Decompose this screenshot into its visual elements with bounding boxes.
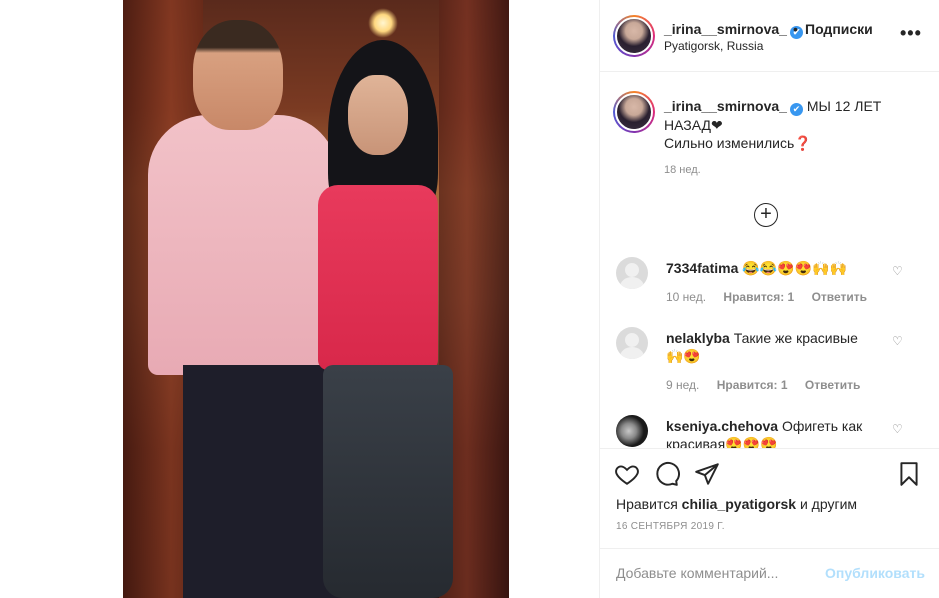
caption-line-2: Сильно изменились❓ [664,135,812,151]
commenter-username[interactable]: nelaklyba [666,330,730,346]
likes-summary: Нравится chilia_pyatigorsk и другим [616,496,857,512]
comment-text: nelaklyba Такие же красивые 🙌😍 [666,329,876,365]
caption-text: _irina__smirnova_ ✔ МЫ 12 ЛЕТ НАЗАД❤ Силь… [664,97,914,152]
add-comment-bar: Опубликовать [600,548,939,598]
comment-meta: 10 нед. Нравится: 1 Ответить [666,290,881,304]
commenter-username[interactable]: 7334fatima [666,260,738,276]
following-button[interactable]: Подписки [805,21,873,37]
post-location[interactable]: Pyatigorsk, Russia [664,39,763,53]
photo-ceiling-light [368,8,398,38]
photo-woman-skirt [323,365,453,598]
photo-man-pants [183,365,343,598]
save-bookmark-icon[interactable] [896,461,922,487]
share-paper-plane-icon[interactable] [694,461,720,487]
caption-timestamp[interactable]: 18 нед. [664,164,701,176]
caption-author-avatar[interactable] [613,91,655,133]
caption-username[interactable]: _irina__smirnova_ [664,98,787,114]
photo-man-head [193,20,283,130]
comment-bubble-icon[interactable] [654,461,680,487]
comment-likes[interactable]: Нравится: 1 [717,378,788,392]
comment-item: kseniya.chehova Офигеть как красивая😍😍😍 … [600,413,939,448]
comment-time[interactable]: 9 нед. [666,378,699,392]
comment-text: kseniya.chehova Офигеть как красивая😍😍😍 [666,417,876,448]
add-comment-input[interactable] [616,565,806,581]
comment-like-heart-icon[interactable]: ♡ [892,334,903,348]
comment-body: 😂😂😍😍🙌🙌 [742,260,847,276]
load-more-comments-icon[interactable]: + [754,203,778,227]
comment-likes[interactable]: Нравится: 1 [723,290,794,304]
author-avatar[interactable] [613,15,655,57]
likes-prefix: Нравится [616,496,678,512]
commenter-avatar[interactable] [616,327,648,359]
caption-verified-badge-icon: ✔ [789,103,803,116]
publish-comment-button[interactable]: Опубликовать [825,565,925,581]
post-media-area [0,0,599,598]
header-separator-dot: • [793,21,798,37]
commenter-avatar[interactable] [616,415,648,447]
comment-like-heart-icon[interactable]: ♡ [892,422,903,436]
photo-woman-face [348,75,408,155]
post-actions-section: Нравится chilia_pyatigorsk и другим 16 С… [600,448,939,598]
author-username[interactable]: _irina__smirnova_ [664,21,787,37]
commenter-avatar[interactable] [616,257,648,289]
photo-woman-top [318,185,438,370]
comment-text: 7334fatima 😂😂😍😍🙌🙌 [666,259,881,277]
post-photo[interactable] [123,0,509,598]
comment-meta: 9 нед. Нравится: 1 Ответить [666,378,874,392]
author-username-row: _irina__smirnova_ ✔ [664,21,803,39]
commenter-username[interactable]: kseniya.chehova [666,418,778,434]
more-dots-icon[interactable]: ••• [900,23,922,44]
post-header: _irina__smirnova_ ✔ • Подписки Pyatigorsk… [600,0,939,72]
likes-user-link[interactable]: chilia_pyatigorsk [682,496,796,512]
comment-reply-button[interactable]: Ответить [812,290,867,304]
post-date[interactable]: 16 СЕНТЯБРЯ 2019 Г. [616,521,725,532]
likes-suffix-others[interactable]: и другим [800,496,857,512]
photo-man-shirt [148,115,338,375]
like-heart-icon[interactable] [614,461,640,487]
post-side-panel: _irina__smirnova_ ✔ • Подписки Pyatigorsk… [599,0,939,598]
comment-like-heart-icon[interactable]: ♡ [892,264,903,278]
comment-time[interactable]: 10 нед. [666,290,706,304]
comment-reply-button[interactable]: Ответить [805,378,860,392]
